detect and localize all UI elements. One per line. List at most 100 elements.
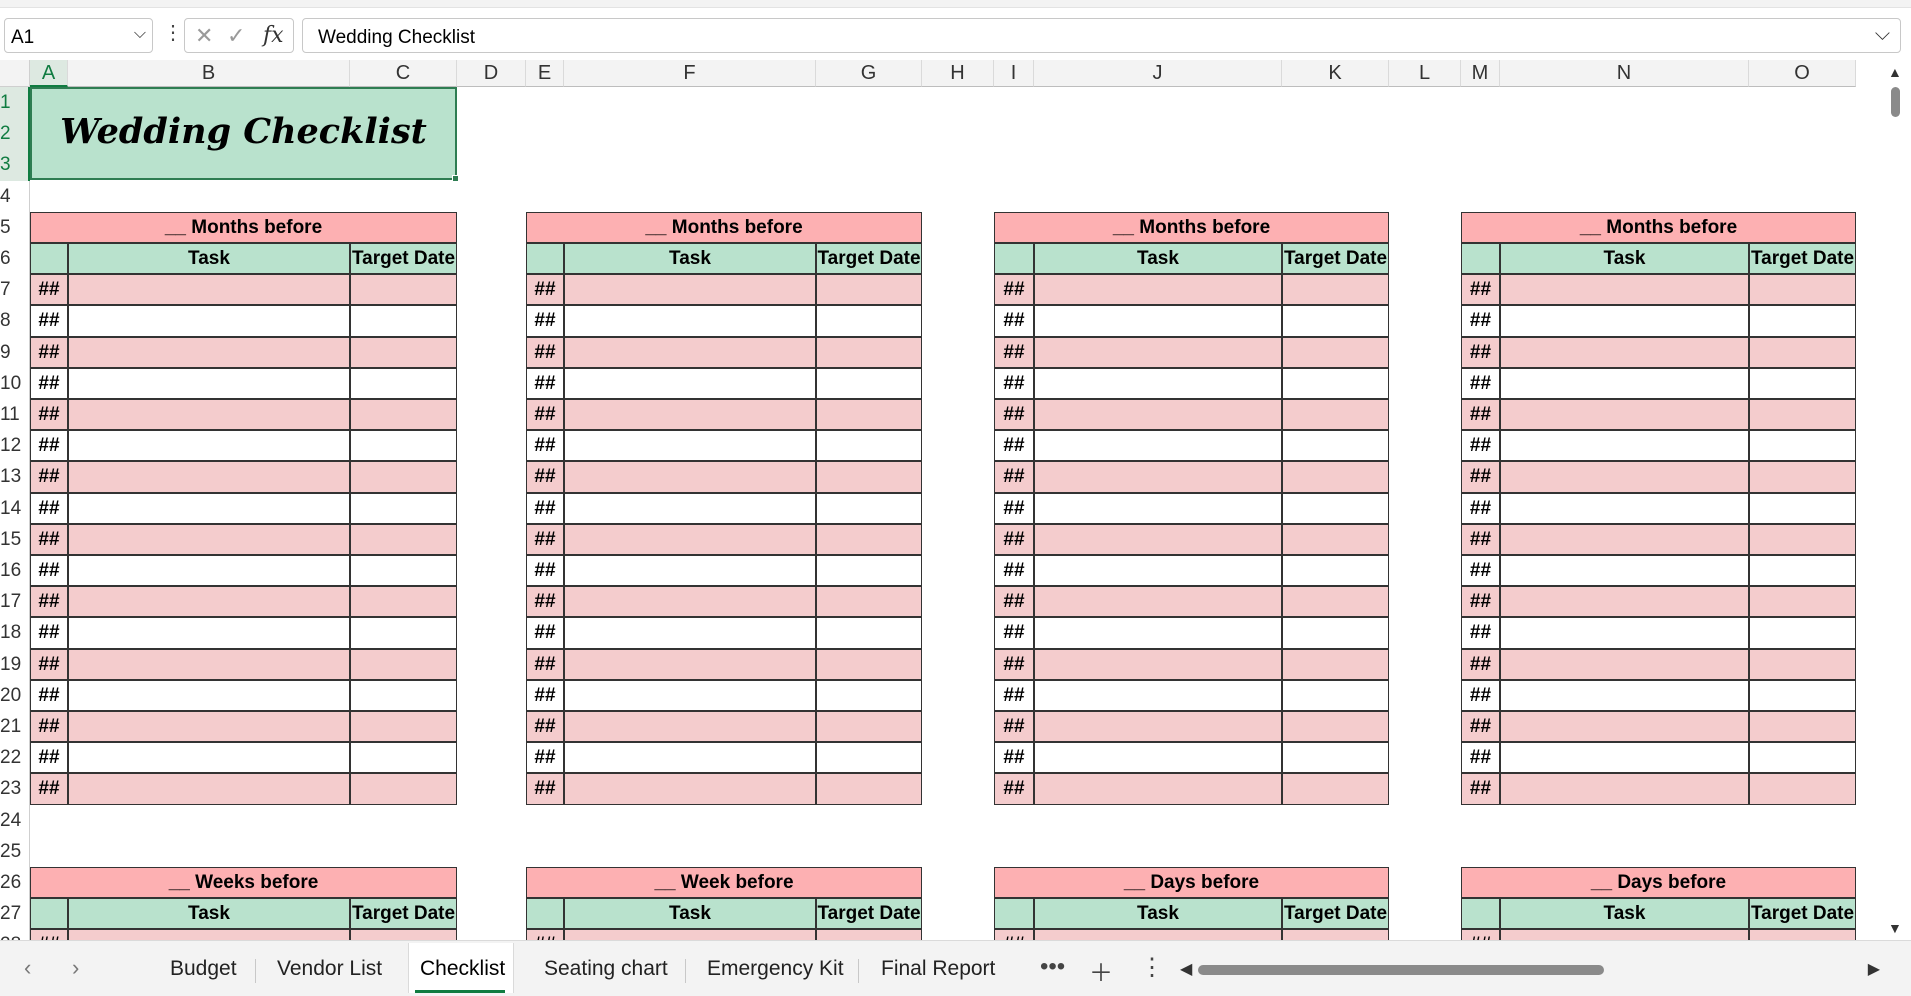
- row-header-27[interactable]: 27: [0, 898, 30, 930]
- target-date-cell[interactable]: [1282, 648, 1389, 680]
- target-date-cell[interactable]: [1282, 492, 1389, 524]
- row-number-cell[interactable]: ##: [1461, 929, 1500, 940]
- row-number-cell[interactable]: ##: [30, 679, 68, 711]
- target-date-column-header[interactable]: Target Date: [350, 243, 457, 275]
- row-header-26[interactable]: 26: [0, 867, 30, 899]
- row-number-cell[interactable]: ##: [994, 742, 1034, 774]
- task-cell[interactable]: [1034, 274, 1282, 306]
- insert-function-icon[interactable]: fx: [263, 23, 284, 48]
- scroll-down-icon[interactable]: ▼: [1888, 920, 1902, 936]
- target-date-cell[interactable]: [350, 523, 457, 555]
- task-cell[interactable]: [68, 523, 350, 555]
- target-date-cell[interactable]: [1282, 274, 1389, 306]
- target-date-cell[interactable]: [1749, 773, 1856, 805]
- task-cell[interactable]: [564, 523, 816, 555]
- row-header-10[interactable]: 10: [0, 367, 30, 399]
- subheader-spacer[interactable]: [30, 898, 68, 930]
- task-cell[interactable]: [1500, 586, 1749, 618]
- target-date-cell[interactable]: [816, 648, 922, 680]
- target-date-cell[interactable]: [350, 461, 457, 493]
- target-date-cell[interactable]: [1749, 430, 1856, 462]
- column-header-j[interactable]: J: [1034, 60, 1282, 87]
- row-number-cell[interactable]: ##: [526, 274, 564, 306]
- task-cell[interactable]: [68, 555, 350, 587]
- task-cell[interactable]: [1034, 742, 1282, 774]
- tab-vendor-list[interactable]: Vendor List: [277, 957, 382, 981]
- fill-handle[interactable]: [452, 175, 459, 182]
- target-date-cell[interactable]: [816, 773, 922, 805]
- task-column-header[interactable]: Task: [68, 898, 350, 930]
- target-date-cell[interactable]: [1282, 367, 1389, 399]
- row-header-2[interactable]: 2: [0, 118, 30, 150]
- row-header-11[interactable]: 11: [0, 399, 30, 431]
- row-header-17[interactable]: 17: [0, 586, 30, 618]
- column-header-c[interactable]: C: [350, 60, 457, 87]
- row-number-cell[interactable]: ##: [526, 742, 564, 774]
- target-date-cell[interactable]: [1749, 648, 1856, 680]
- target-date-cell[interactable]: [350, 648, 457, 680]
- row-number-cell[interactable]: ##: [526, 399, 564, 431]
- target-date-cell[interactable]: [816, 399, 922, 431]
- row-header-25[interactable]: 25: [0, 835, 30, 867]
- row-header-3[interactable]: 3: [0, 149, 30, 181]
- row-number-cell[interactable]: ##: [994, 461, 1034, 493]
- task-cell[interactable]: [1500, 773, 1749, 805]
- row-header-18[interactable]: 18: [0, 617, 30, 649]
- task-cell[interactable]: [68, 461, 350, 493]
- task-cell[interactable]: [68, 586, 350, 618]
- target-date-cell[interactable]: [816, 617, 922, 649]
- target-date-column-header[interactable]: Target Date: [816, 243, 922, 275]
- next-sheet-icon[interactable]: ›: [72, 955, 79, 981]
- row-number-cell[interactable]: ##: [994, 367, 1034, 399]
- row-number-cell[interactable]: ##: [526, 305, 564, 337]
- task-cell[interactable]: [1034, 336, 1282, 368]
- target-date-cell[interactable]: [350, 617, 457, 649]
- row-number-cell[interactable]: ##: [994, 617, 1034, 649]
- task-column-header[interactable]: Task: [1034, 898, 1282, 930]
- subheader-spacer[interactable]: [994, 243, 1034, 275]
- row-number-cell[interactable]: ##: [1461, 461, 1500, 493]
- column-header-h[interactable]: H: [922, 60, 994, 87]
- target-date-cell[interactable]: [1749, 461, 1856, 493]
- subheader-spacer[interactable]: [526, 243, 564, 275]
- row-header-15[interactable]: 15: [0, 523, 30, 555]
- section-header[interactable]: __ Week before: [526, 867, 922, 899]
- task-cell[interactable]: [1034, 523, 1282, 555]
- row-header-13[interactable]: 13: [0, 461, 30, 493]
- task-cell[interactable]: [1034, 773, 1282, 805]
- task-cell[interactable]: [564, 274, 816, 306]
- task-cell[interactable]: [564, 711, 816, 743]
- row-number-cell[interactable]: ##: [526, 586, 564, 618]
- target-date-cell[interactable]: [816, 492, 922, 524]
- tab-seating-chart[interactable]: Seating chart: [544, 957, 668, 981]
- target-date-cell[interactable]: [816, 711, 922, 743]
- row-number-cell[interactable]: ##: [30, 929, 68, 940]
- column-header-b[interactable]: B: [68, 60, 350, 87]
- target-date-cell[interactable]: [816, 929, 922, 940]
- target-date-cell[interactable]: [1282, 929, 1389, 940]
- column-header-g[interactable]: G: [816, 60, 922, 87]
- row-header-4[interactable]: 4: [0, 180, 30, 212]
- target-date-cell[interactable]: [350, 492, 457, 524]
- target-date-cell[interactable]: [1749, 617, 1856, 649]
- task-cell[interactable]: [564, 648, 816, 680]
- task-cell[interactable]: [564, 430, 816, 462]
- task-cell[interactable]: [1034, 679, 1282, 711]
- subheader-spacer[interactable]: [1461, 243, 1500, 275]
- task-cell[interactable]: [564, 492, 816, 524]
- column-header-f[interactable]: F: [564, 60, 816, 87]
- row-number-cell[interactable]: ##: [1461, 305, 1500, 337]
- target-date-cell[interactable]: [1282, 336, 1389, 368]
- target-date-column-header[interactable]: Target Date: [1282, 898, 1389, 930]
- row-number-cell[interactable]: ##: [526, 492, 564, 524]
- tab-checklist[interactable]: Checklist: [420, 957, 505, 981]
- target-date-cell[interactable]: [1749, 336, 1856, 368]
- more-sheets-icon[interactable]: •••: [1040, 953, 1065, 981]
- target-date-cell[interactable]: [1282, 430, 1389, 462]
- row-number-cell[interactable]: ##: [30, 711, 68, 743]
- more-options-icon[interactable]: ⋮: [163, 23, 183, 43]
- target-date-cell[interactable]: [350, 586, 457, 618]
- target-date-cell[interactable]: [350, 274, 457, 306]
- target-date-cell[interactable]: [350, 336, 457, 368]
- enter-icon[interactable]: ✓: [227, 23, 245, 49]
